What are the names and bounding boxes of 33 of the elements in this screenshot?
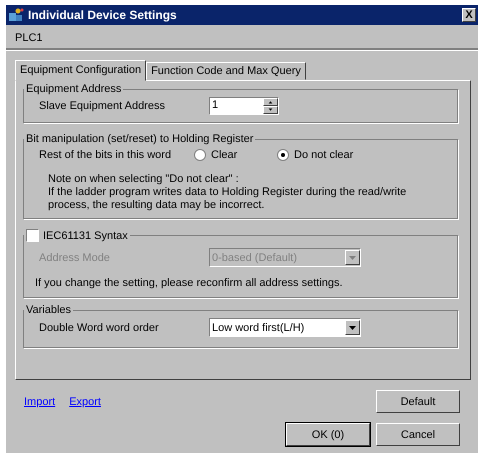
radio-button[interactable]	[277, 149, 289, 161]
default-button[interactable]: Default	[376, 390, 460, 413]
tab[interactable]: Function Code and Max Query	[146, 62, 306, 80]
close-button[interactable]: X	[462, 8, 476, 22]
dropdown[interactable]: Low word first(L/H)	[209, 318, 361, 337]
spin-up-button[interactable]	[263, 98, 278, 106]
info-text: If you change the setting, please reconfirm all address settings.	[35, 277, 343, 289]
note-text: process, the resulting data may be incorrect.	[48, 199, 266, 212]
spin-down-button[interactable]	[263, 106, 278, 114]
field-label: Double Word word order	[39, 322, 160, 334]
group-title: Equipment Address	[26, 83, 122, 95]
group-title: Bit manipulation (set/reset) to Holding Register	[26, 133, 254, 145]
device-name: PLC1	[15, 32, 43, 44]
devices-icon	[8, 8, 24, 22]
link[interactable]: Import	[24, 396, 56, 408]
window-title: Individual Device Settings	[28, 8, 178, 22]
note-text: Note on when selecting "Do not clear" :	[48, 173, 240, 186]
ok-button[interactable]: OK (0)	[286, 423, 370, 446]
caret-icon	[349, 326, 356, 330]
field-label: Slave Equipment Address	[39, 100, 166, 112]
radio-label: Do not clear	[294, 149, 354, 161]
link[interactable]: Export	[69, 396, 101, 408]
group-title: Variables	[26, 304, 72, 316]
tab[interactable]: Equipment Configuration	[15, 60, 146, 81]
field-label: Rest of the bits in this word	[39, 149, 172, 161]
caret-icon	[349, 256, 356, 260]
note-text: If the ladder program writes data to Holding Register during the read/write	[48, 186, 408, 199]
spin-field[interactable]: 1	[209, 97, 279, 115]
checkbox-label: IEC61131 Syntax	[43, 230, 128, 242]
radio-label: Clear	[211, 149, 238, 161]
radio-button[interactable]	[194, 149, 206, 161]
cancel-button[interactable]: Cancel	[376, 423, 460, 446]
field-label: Address Mode	[39, 252, 111, 264]
